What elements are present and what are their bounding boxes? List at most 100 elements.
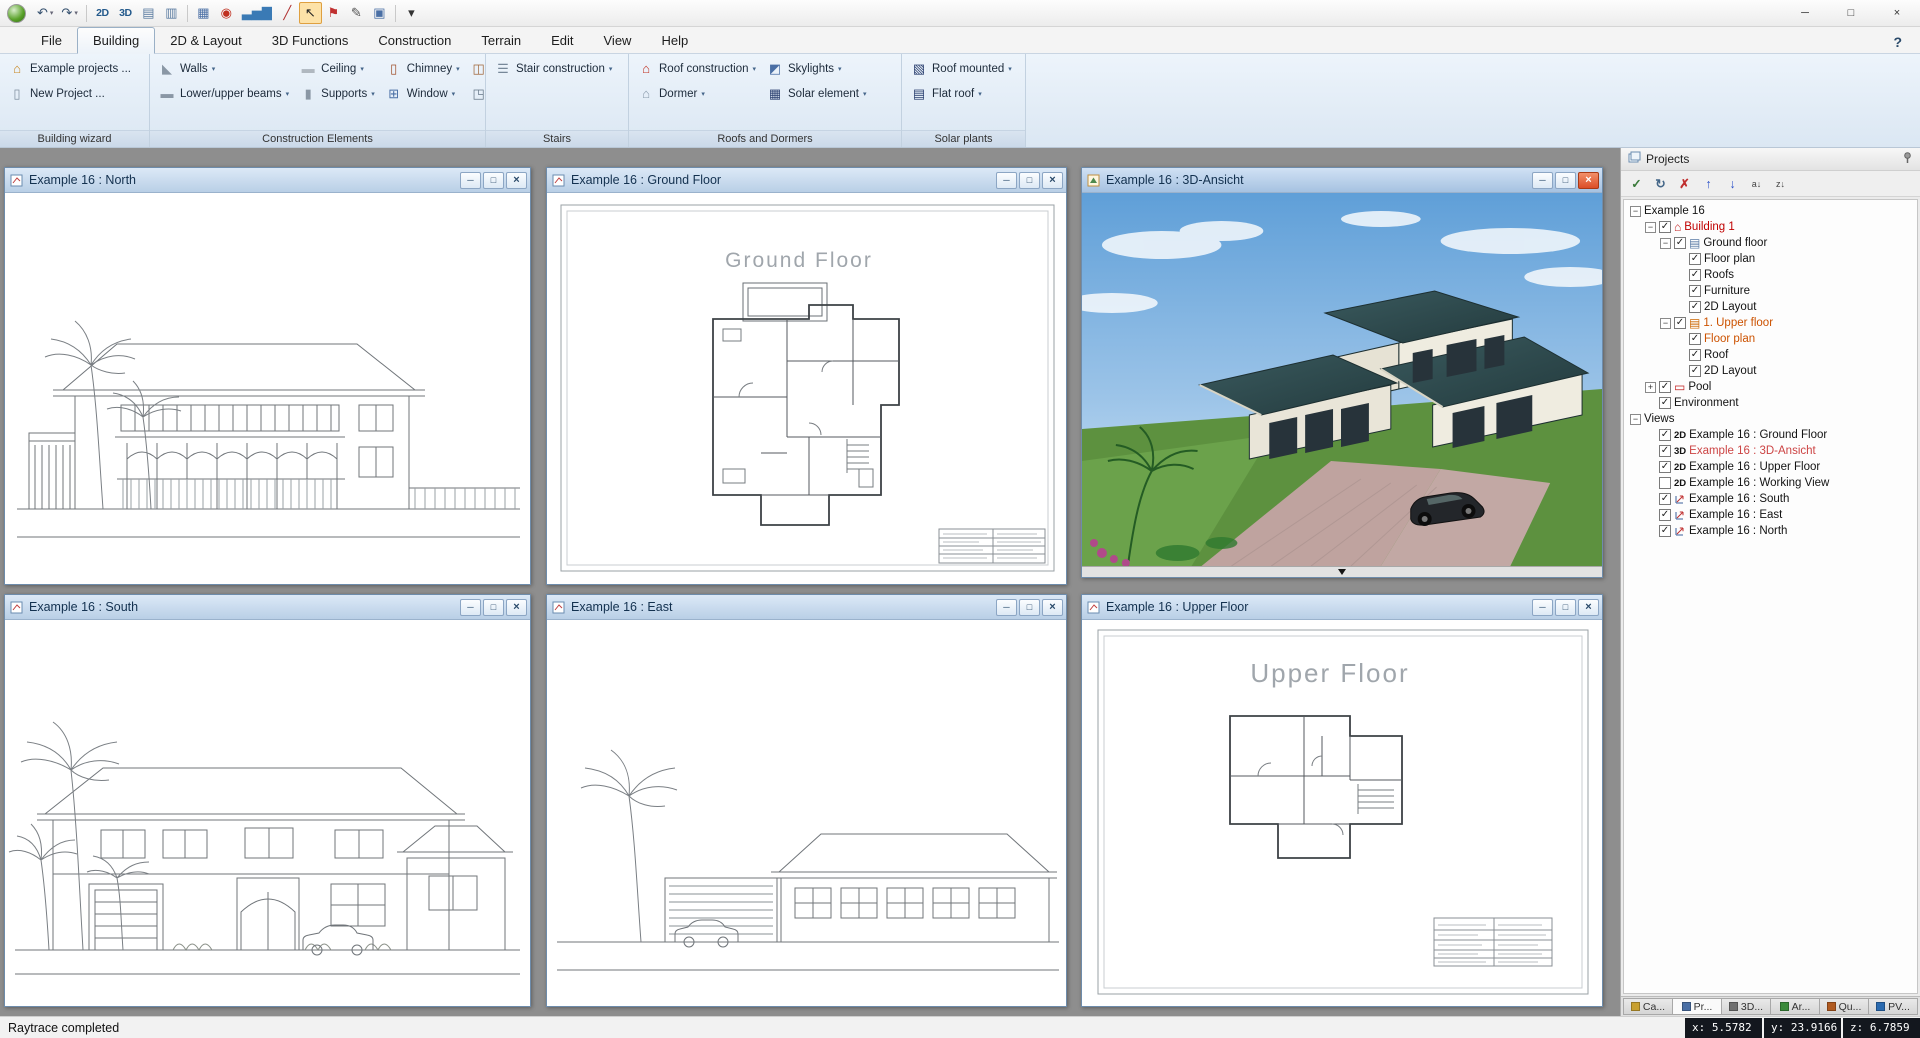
ribbon-item-roof-mounted[interactable]: ▧Roof mounted▾ (908, 56, 1020, 81)
checkbox[interactable]: ✓ (1689, 269, 1701, 281)
confirm-button[interactable]: ✓ (1625, 174, 1648, 194)
window-titlebar[interactable]: Example 16 : East ─ □ × (547, 595, 1066, 620)
ribbon-item-ceiling[interactable]: ▬Ceiling▾ (297, 56, 383, 81)
checkbox[interactable]: ✓ (1659, 493, 1671, 505)
horizontal-scrollbar[interactable] (1082, 566, 1602, 577)
projects-panel-header[interactable]: Projects (1621, 148, 1920, 171)
tree-item-2d-layout[interactable]: ✓2D Layout (1626, 299, 1917, 315)
tab-2d-layout[interactable]: 2D & Layout (155, 28, 257, 53)
checkbox[interactable]: ✓ (1689, 253, 1701, 265)
pin-icon[interactable] (1902, 152, 1913, 167)
collapse-icon[interactable]: − (1660, 238, 1671, 249)
checkbox[interactable]: ✓ (1689, 333, 1701, 345)
tree-item-views[interactable]: −Views (1626, 411, 1917, 427)
window-example16-3d-ansicht[interactable]: Example 16 : 3D-Ansicht ─ □ × (1081, 167, 1603, 578)
window-example16-south[interactable]: Example 16 : South ─ □ × (4, 594, 531, 1007)
tree-item-environment[interactable]: ✓Environment (1626, 395, 1917, 411)
maximize-button[interactable]: □ (1019, 172, 1040, 189)
maximize-button[interactable]: □ (1019, 599, 1040, 616)
close-button[interactable]: × (1578, 172, 1599, 189)
checkbox[interactable]: ✓ (1689, 301, 1701, 313)
sort-ascending-button[interactable]: a↓ (1745, 174, 1768, 194)
2d-view-button[interactable]: 2D (91, 2, 114, 24)
snapshot-button[interactable]: ▣ (368, 2, 391, 24)
tree-item-example-16-ground-floor[interactable]: ✓2DExample 16 : Ground Floor (1626, 427, 1917, 443)
tree-item-roofs[interactable]: ✓Roofs (1626, 267, 1917, 283)
delete-button[interactable]: ✗ (1673, 174, 1696, 194)
ribbon-item-solar-element[interactable]: ▦Solar element▾ (764, 81, 874, 106)
flag-button[interactable]: ⚑ (322, 2, 345, 24)
close-button[interactable]: × (506, 599, 527, 616)
minimize-button[interactable]: ─ (1532, 599, 1553, 616)
ribbon-item-flat-roof[interactable]: ▤Flat roof▾ (908, 81, 1020, 106)
help-button[interactable]: ? (1893, 34, 1902, 53)
refresh-button[interactable]: ↻ (1649, 174, 1672, 194)
window-titlebar[interactable]: Example 16 : Ground Floor ─ □ × (547, 168, 1066, 193)
panel-tab-pr[interactable]: Pr... (1673, 998, 1722, 1015)
checkbox[interactable]: ✓ (1674, 317, 1686, 329)
redo-button[interactable]: ↷▾ (57, 2, 81, 24)
window-titlebar[interactable]: Example 16 : North ─ □ × (5, 168, 530, 193)
window-titlebar[interactable]: Example 16 : 3D-Ansicht ─ □ × (1082, 168, 1602, 193)
tree-item-example-16-east[interactable]: ✓Example 16 : East (1626, 507, 1917, 523)
window-titlebar[interactable]: Example 16 : South ─ □ × (5, 595, 530, 620)
drawing-area-ground-floor-plan[interactable]: Ground Floor (547, 193, 1066, 584)
tab-edit[interactable]: Edit (536, 28, 588, 53)
raytrace-button[interactable]: ◉ (215, 2, 238, 24)
move-up-button[interactable]: ↑ (1697, 174, 1720, 194)
ribbon-item-door[interactable]: ◫Door▾ (468, 56, 485, 81)
tree-item-furniture[interactable]: ✓Furniture (1626, 283, 1917, 299)
move-down-button[interactable]: ↓ (1721, 174, 1744, 194)
panel-tab-ar[interactable]: Ar... (1771, 998, 1820, 1015)
checkbox[interactable]: ✓ (1674, 237, 1686, 249)
panel-tab-3d[interactable]: 3D... (1722, 998, 1771, 1015)
ribbon-item-cutout[interactable]: ◳Cutout▾ (468, 81, 485, 106)
drawing-area-east-elevation[interactable] (547, 620, 1066, 1006)
panel-tab-ca[interactable]: Ca... (1623, 998, 1673, 1015)
window-example16-north[interactable]: Example 16 : North ─ □ × (4, 167, 531, 585)
ribbon-item-example-projects[interactable]: ⌂Example projects ... (6, 56, 139, 81)
window-example16-upper-floor[interactable]: Example 16 : Upper Floor ─ □ × Upper Flo… (1081, 594, 1603, 1007)
select-tool-button[interactable]: ↖ (299, 2, 322, 24)
ribbon-item-analysis[interactable]: ☀Analysis (1020, 56, 1025, 81)
tree-item-floor-plan[interactable]: ✓Floor plan (1626, 251, 1917, 267)
close-button[interactable]: × (1578, 599, 1599, 616)
close-button[interactable]: × (506, 172, 527, 189)
ribbon-item-roof-construction[interactable]: ⌂Roof construction▾ (635, 56, 764, 81)
panel-tab-pv[interactable]: PV... (1869, 998, 1918, 1015)
checkbox[interactable]: ✓ (1659, 509, 1671, 521)
tile-vertical-button[interactable]: ▥ (160, 2, 183, 24)
checkbox[interactable]: ✓ (1659, 525, 1671, 537)
checkbox[interactable]: ✓ (1659, 221, 1671, 233)
ribbon-item-stair-construction[interactable]: ☰Stair construction▾ (492, 56, 620, 81)
tree-item-1-upper-floor[interactable]: −✓▤1. Upper floor (1626, 315, 1917, 331)
minimize-button[interactable]: ─ (460, 599, 481, 616)
viewport-3d[interactable] (1082, 193, 1602, 577)
tree-item-floor-plan[interactable]: ✓Floor plan (1626, 331, 1917, 347)
ribbon-item-skylights[interactable]: ◩Skylights▾ (764, 56, 874, 81)
app-minimize-button[interactable]: ─ (1782, 0, 1828, 26)
drawing-area-upper-floor-plan[interactable]: Upper Floor (1082, 620, 1602, 1006)
tree-item-building-1[interactable]: −✓⌂Building 1 (1626, 219, 1917, 235)
close-button[interactable]: × (1042, 172, 1063, 189)
window-example16-east[interactable]: Example 16 : East ─ □ × (546, 594, 1067, 1007)
tree-item-2d-layout[interactable]: ✓2D Layout (1626, 363, 1917, 379)
collapse-icon[interactable]: − (1660, 318, 1671, 329)
tree-item-example-16-north[interactable]: ✓Example 16 : North (1626, 523, 1917, 539)
tab-file[interactable]: File (26, 28, 77, 53)
checkbox[interactable]: ✓ (1659, 461, 1671, 473)
ribbon-item-window[interactable]: ⊞Window▾ (383, 81, 468, 106)
checkbox[interactable]: ✓ (1659, 397, 1671, 409)
tab-building[interactable]: Building (77, 27, 155, 54)
ribbon-item-supports[interactable]: ▮Supports▾ (297, 81, 383, 106)
window-titlebar[interactable]: Example 16 : Upper Floor ─ □ × (1082, 595, 1602, 620)
tree-item-example-16-working-view[interactable]: 2DExample 16 : Working View (1626, 475, 1917, 491)
tree-item-example-16-upper-floor[interactable]: ✓2DExample 16 : Upper Floor (1626, 459, 1917, 475)
checkbox[interactable] (1659, 477, 1671, 489)
app-maximize-button[interactable]: □ (1828, 0, 1874, 26)
minimize-button[interactable]: ─ (1532, 172, 1553, 189)
tree-item-pool[interactable]: +✓▭Pool (1626, 379, 1917, 395)
statistics-button[interactable]: ▃▅▇ (238, 2, 276, 24)
app-close-button[interactable]: × (1874, 0, 1920, 26)
grid-button[interactable]: ▦ (192, 2, 215, 24)
